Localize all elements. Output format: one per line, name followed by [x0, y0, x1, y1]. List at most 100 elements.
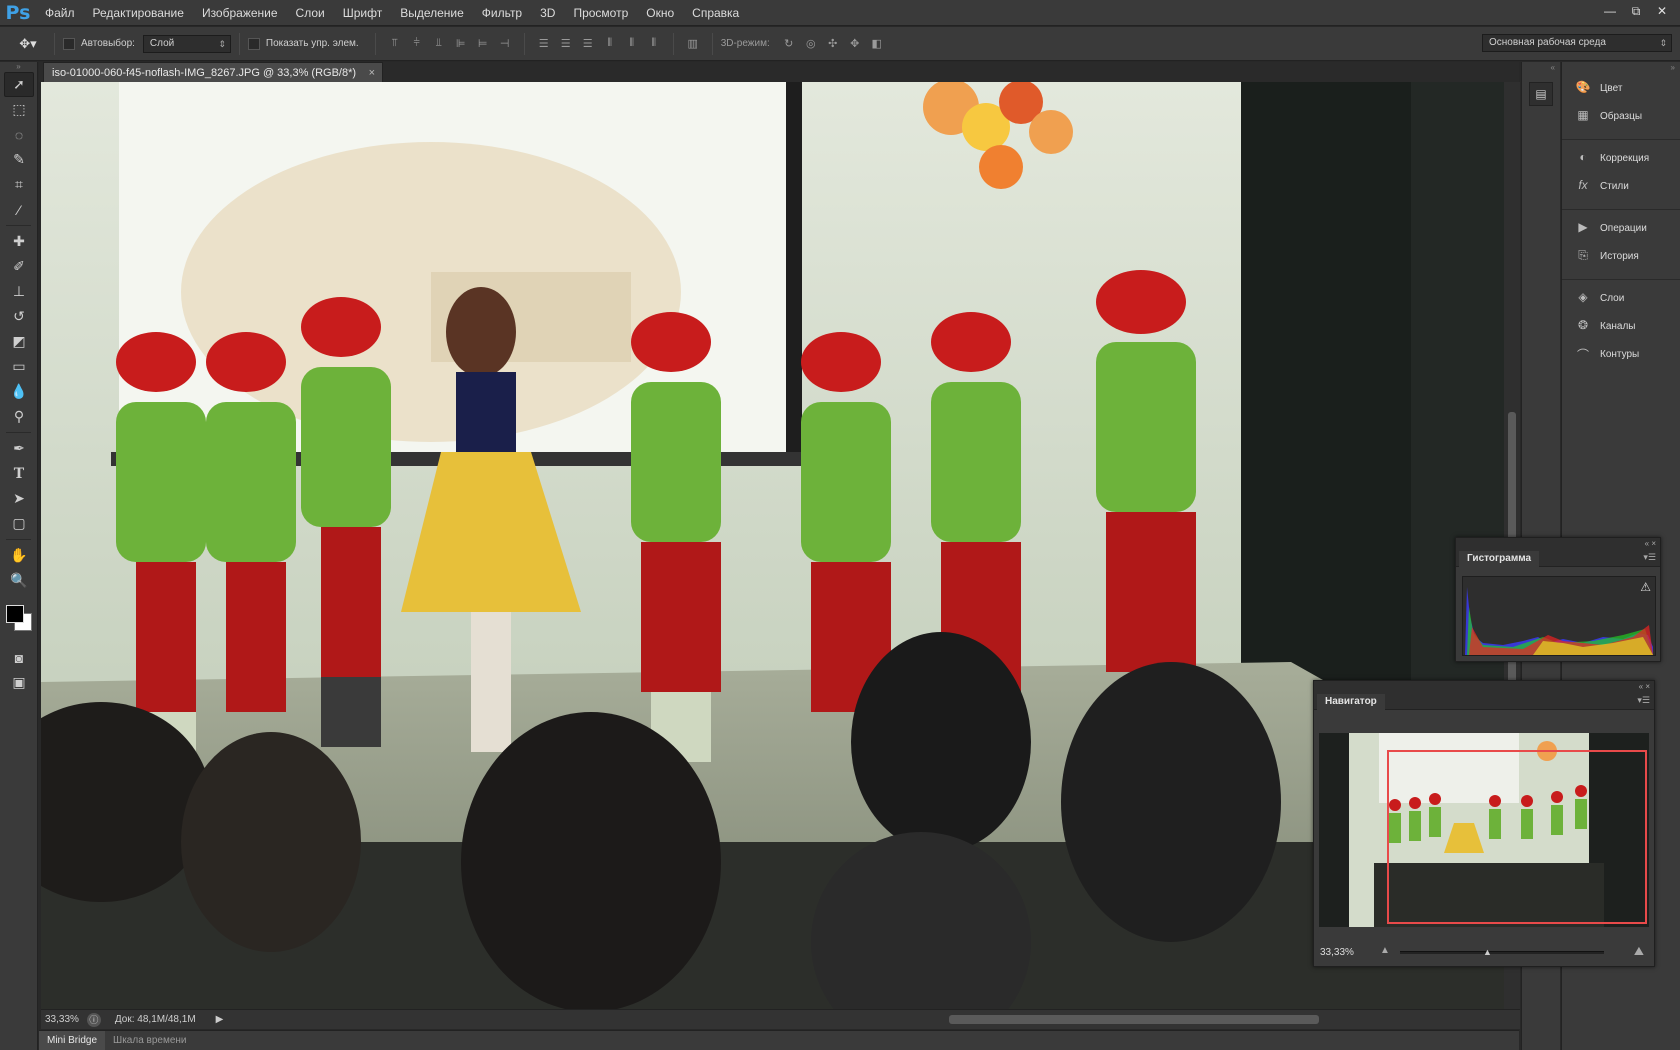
- workspace-dropdown[interactable]: Основная рабочая среда: [1482, 34, 1672, 52]
- menu-window[interactable]: Окно: [637, 0, 683, 26]
- zoom-in-icon[interactable]: ⛰: [1634, 944, 1644, 959]
- distribute-bottom-icon[interactable]: ☰: [580, 36, 596, 52]
- menu-select[interactable]: Выделение: [391, 0, 473, 26]
- stamp-tool-icon[interactable]: ⊥: [4, 279, 34, 304]
- align-hcenter-icon[interactable]: ⊨: [475, 36, 491, 52]
- zoom-tool-icon[interactable]: 🔍: [4, 568, 34, 593]
- align-bottom-icon[interactable]: ⫫: [431, 36, 447, 52]
- shape-tool-icon[interactable]: ▢: [4, 511, 34, 536]
- tab-mini-bridge[interactable]: Mini Bridge: [39, 1030, 106, 1050]
- autoselect-dropdown[interactable]: Слой: [142, 34, 231, 53]
- 3d-slide-icon[interactable]: ✥: [847, 36, 863, 52]
- auto-align-icon[interactable]: ▥: [685, 36, 701, 52]
- 3d-rotate-icon[interactable]: ↻: [781, 36, 797, 52]
- zoom-level[interactable]: 33,33%: [41, 1014, 87, 1025]
- tab-navigator[interactable]: Навигатор: [1317, 694, 1385, 710]
- show-transform-controls-checkbox[interactable]: [247, 37, 260, 50]
- menu-filter[interactable]: Фильтр: [473, 0, 531, 26]
- quick-mask-icon[interactable]: ◙: [4, 645, 34, 670]
- tab-histogram[interactable]: Гистограмма: [1459, 551, 1540, 567]
- brush-tool-icon[interactable]: ✐: [4, 254, 34, 279]
- dock-item-adjustments[interactable]: ◐ Коррекция: [1562, 144, 1680, 172]
- lasso-tool-icon[interactable]: ◌: [4, 122, 34, 147]
- panel-menu-icon[interactable]: ▾☰: [1643, 552, 1656, 563]
- 3d-drag-icon[interactable]: ✣: [825, 36, 841, 52]
- horizontal-scroll-thumb[interactable]: [949, 1014, 1320, 1024]
- menu-layer[interactable]: Слои: [287, 0, 334, 26]
- navigator-zoom-value[interactable]: 33,33%: [1320, 947, 1354, 958]
- path-select-tool-icon[interactable]: ➤: [4, 486, 34, 511]
- distribute-right-icon[interactable]: ⫴: [646, 36, 662, 52]
- play-icon: ▶: [1578, 220, 1588, 234]
- tab-timeline[interactable]: Шкала времени: [105, 1031, 194, 1050]
- status-bar: 33,33% ⓘ Док: 48,1M/48,1M ▶: [41, 1009, 1520, 1029]
- panel-titlebar[interactable]: « ×: [1456, 538, 1660, 550]
- gradient-tool-icon[interactable]: ▭: [4, 354, 34, 379]
- adjustments-icon: ◐: [1579, 150, 1587, 164]
- distribute-top-icon[interactable]: ☰: [536, 36, 552, 52]
- dock-item-paths[interactable]: ⌒ Контуры: [1562, 340, 1680, 368]
- properties-icon[interactable]: ▤: [1529, 82, 1553, 106]
- dock-item-layers[interactable]: ◈ Слои: [1562, 284, 1680, 312]
- collapse-icon[interactable]: »: [0, 62, 37, 72]
- panel-titlebar[interactable]: « ×: [1314, 681, 1654, 693]
- crop-tool-icon[interactable]: ⌗: [4, 172, 34, 197]
- dock-item-color[interactable]: 🎨 Цвет: [1562, 74, 1680, 102]
- 3d-roll-icon[interactable]: ◎: [803, 36, 819, 52]
- move-tool-preset-icon[interactable]: ✥▾: [13, 36, 43, 52]
- align-vcenter-icon[interactable]: ⫩: [409, 36, 425, 52]
- info-icon[interactable]: ⓘ: [86, 1012, 101, 1027]
- pen-tool-icon[interactable]: ✒: [4, 436, 34, 461]
- screen-mode-icon[interactable]: ▣: [4, 670, 34, 695]
- horizontal-scrollbar[interactable]: [229, 1010, 1520, 1030]
- move-tool-icon[interactable]: ➚: [4, 72, 34, 97]
- hand-tool-icon[interactable]: ✋: [4, 543, 34, 568]
- align-top-icon[interactable]: ⫪: [387, 36, 403, 52]
- minimize-button[interactable]: —: [1598, 2, 1622, 20]
- menu-view[interactable]: Просмотр: [564, 0, 637, 26]
- close-button[interactable]: ✕: [1650, 2, 1674, 20]
- dock-item-channels[interactable]: ❂ Каналы: [1562, 312, 1680, 340]
- zoom-out-icon[interactable]: ▲: [1380, 945, 1390, 956]
- quick-select-tool-icon[interactable]: ✎: [4, 147, 34, 172]
- dock-item-styles[interactable]: fx Стили: [1562, 172, 1680, 200]
- zoom-slider-knob[interactable]: ▲: [1483, 947, 1492, 957]
- warning-icon[interactable]: ⚠: [1640, 580, 1651, 594]
- panel-menu-icon[interactable]: ▾☰: [1637, 695, 1650, 706]
- eyedropper-tool-icon[interactable]: ⁄: [4, 197, 34, 222]
- align-right-icon[interactable]: ⊣: [497, 36, 513, 52]
- document-tab[interactable]: iso-01000-060-f45-noflash-IMG_8267.JPG @…: [43, 62, 384, 83]
- dock-item-swatches[interactable]: ▦ Образцы: [1562, 102, 1680, 130]
- align-left-icon[interactable]: ⊫: [453, 36, 469, 52]
- dodge-tool-icon[interactable]: ⚲: [4, 404, 34, 429]
- menu-file[interactable]: Файл: [36, 0, 84, 26]
- navigator-thumbnail[interactable]: [1319, 733, 1649, 927]
- menu-3d[interactable]: 3D: [531, 0, 564, 26]
- navigator-view-rect[interactable]: [1387, 750, 1647, 924]
- autoselect-checkbox[interactable]: [63, 37, 75, 50]
- distribute-vcenter-icon[interactable]: ☰: [558, 36, 574, 52]
- collapse-icon[interactable]: «: [1522, 62, 1560, 74]
- foreground-color[interactable]: [6, 605, 24, 623]
- dock-item-history[interactable]: ⎘ История: [1562, 242, 1680, 270]
- zoom-slider[interactable]: ▲: [1400, 947, 1604, 957]
- 3d-scale-icon[interactable]: ◧: [869, 36, 885, 52]
- canvas[interactable]: [41, 82, 1504, 1009]
- history-brush-tool-icon[interactable]: ↺: [4, 304, 34, 329]
- menu-type[interactable]: Шрифт: [334, 0, 391, 26]
- blur-tool-icon[interactable]: 💧: [4, 379, 34, 404]
- distribute-hcenter-icon[interactable]: ⫴: [624, 36, 640, 52]
- menu-help[interactable]: Справка: [683, 0, 748, 26]
- marquee-tool-icon[interactable]: ⬚: [4, 97, 34, 122]
- status-menu-arrow-icon[interactable]: ▶: [216, 1014, 224, 1025]
- menu-edit[interactable]: Редактирование: [84, 0, 193, 26]
- close-icon[interactable]: ×: [369, 63, 375, 83]
- type-tool-icon[interactable]: T: [4, 461, 34, 486]
- menu-image[interactable]: Изображение: [193, 0, 287, 26]
- distribute-left-icon[interactable]: ⫴: [602, 36, 618, 52]
- eraser-tool-icon[interactable]: ◩: [4, 329, 34, 354]
- expand-icon[interactable]: »: [1562, 62, 1680, 74]
- dock-item-actions[interactable]: ▶ Операции: [1562, 214, 1680, 242]
- restore-button[interactable]: ⧉: [1624, 2, 1648, 20]
- healing-tool-icon[interactable]: ✚: [4, 229, 34, 254]
